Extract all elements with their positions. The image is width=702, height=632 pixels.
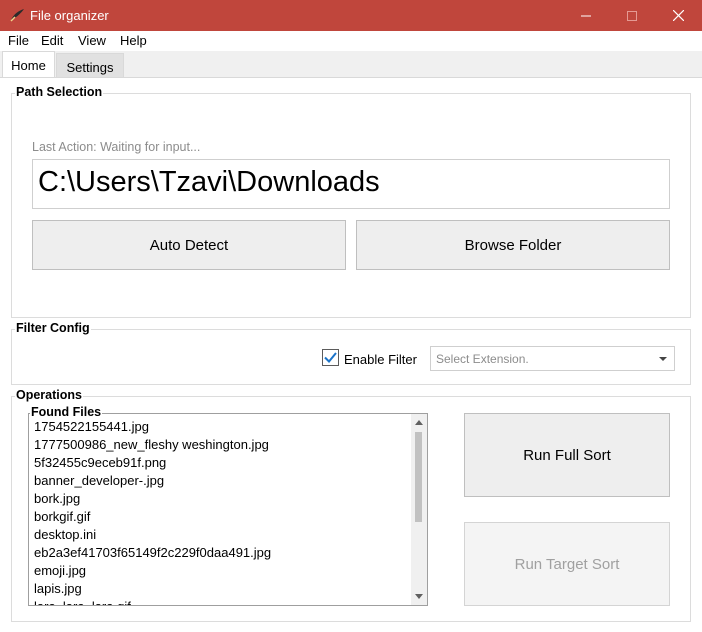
extension-select[interactable]: Select Extension. bbox=[430, 346, 675, 371]
tab-strip: Home Settings bbox=[0, 51, 702, 79]
browse-folder-button[interactable]: Browse Folder bbox=[356, 220, 670, 270]
close-button[interactable] bbox=[655, 0, 701, 31]
close-icon bbox=[672, 10, 684, 21]
menu-view[interactable]: View bbox=[78, 33, 106, 48]
tab-content: Path Selection Last Action: Waiting for … bbox=[0, 77, 702, 632]
check-icon bbox=[324, 352, 337, 363]
minimize-button[interactable] bbox=[563, 0, 609, 31]
list-item[interactable]: 1777500986_new_fleshy weshington.jpg bbox=[34, 437, 269, 452]
list-item[interactable]: 1754522155441.jpg bbox=[34, 419, 149, 434]
maximize-button[interactable] bbox=[609, 0, 655, 31]
menu-file[interactable]: File bbox=[8, 33, 29, 48]
run-full-sort-button[interactable]: Run Full Sort bbox=[464, 413, 670, 497]
enable-filter-checkbox[interactable] bbox=[322, 349, 339, 366]
enable-filter-label: Enable Filter bbox=[344, 352, 417, 367]
path-input[interactable]: C:\Users\Tzavi\Downloads bbox=[32, 159, 670, 209]
operations-title: Operations bbox=[15, 388, 83, 402]
tab-home[interactable]: Home bbox=[2, 51, 55, 78]
found-files-list[interactable]: 1754522155441.jpg 1777500986_new_fleshy w… bbox=[28, 413, 428, 606]
minimize-icon bbox=[581, 15, 591, 16]
list-item[interactable]: bork.jpg bbox=[34, 491, 80, 506]
list-item[interactable]: lapis.jpg bbox=[34, 581, 82, 596]
app-feather-icon bbox=[10, 9, 24, 22]
filter-config-title: Filter Config bbox=[15, 321, 91, 335]
auto-detect-button[interactable]: Auto Detect bbox=[32, 220, 346, 270]
menu-help[interactable]: Help bbox=[120, 33, 147, 48]
maximize-icon bbox=[627, 10, 637, 21]
window-title: File organizer bbox=[30, 8, 109, 23]
list-item[interactable]: desktop.ini bbox=[34, 527, 96, 542]
scroll-down-icon[interactable] bbox=[415, 594, 423, 599]
list-item[interactable]: emoji.jpg bbox=[34, 563, 86, 578]
scroll-up-icon[interactable] bbox=[415, 420, 423, 425]
run-target-sort-button: Run Target Sort bbox=[464, 522, 670, 606]
path-selection-title: Path Selection bbox=[15, 85, 104, 99]
tab-settings[interactable]: Settings bbox=[56, 53, 124, 79]
list-item[interactable]: 5f32455c9eceb91f.png bbox=[34, 455, 166, 470]
list-item[interactable]: eb2a3ef41703f65149f2c229f0daa491.jpg bbox=[34, 545, 271, 560]
list-scrollbar[interactable] bbox=[411, 414, 427, 605]
list-item[interactable]: banner_developer-.jpg bbox=[34, 473, 164, 488]
status-label: Last Action: Waiting for input... bbox=[32, 140, 201, 154]
operations-group: Operations 1754522155441.jpg 1777500986_n… bbox=[11, 388, 691, 622]
list-item[interactable]: borkgif.gif bbox=[34, 509, 90, 524]
extension-select-placeholder: Select Extension. bbox=[436, 352, 529, 366]
menu-edit[interactable]: Edit bbox=[41, 33, 63, 48]
chevron-down-icon bbox=[659, 357, 667, 361]
path-selection-group: Path Selection Last Action: Waiting for … bbox=[11, 85, 691, 318]
title-bar: File organizer bbox=[0, 0, 702, 31]
menu-bar: File Edit View Help bbox=[0, 31, 702, 51]
filter-config-group: Filter Config Enable Filter Select Exten… bbox=[11, 321, 691, 385]
found-files-title: Found Files bbox=[30, 405, 103, 419]
list-item[interactable]: lara_lara_lara.gif bbox=[34, 599, 131, 605]
scroll-thumb[interactable] bbox=[415, 432, 422, 522]
